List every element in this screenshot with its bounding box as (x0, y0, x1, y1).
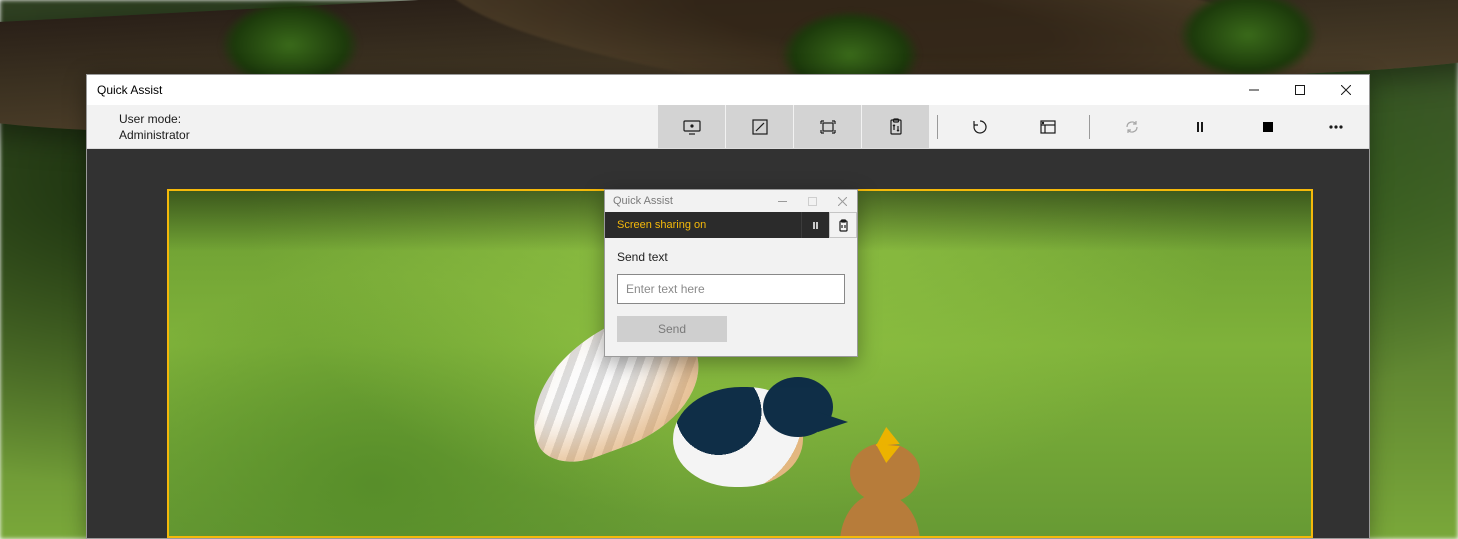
user-mode-value: Administrator (119, 127, 190, 143)
maximize-button[interactable] (1277, 75, 1323, 105)
user-mode-label: User mode: (119, 111, 190, 127)
restart-button[interactable] (945, 105, 1013, 148)
window-controls (1231, 75, 1369, 105)
remote-panel-maximize-button[interactable] (797, 190, 827, 212)
send-text-label: Send text (617, 250, 845, 264)
close-icon (838, 197, 847, 206)
restart-icon (970, 117, 990, 137)
screen-sharing-status: Screen sharing on (605, 212, 801, 238)
minimize-icon (778, 197, 787, 206)
fit-screen-icon (818, 117, 838, 137)
screen-sharing-status-bar: Screen sharing on (605, 212, 857, 238)
window-title: Quick Assist (97, 83, 162, 97)
task-manager-button[interactable] (1013, 105, 1081, 148)
pause-icon (1190, 117, 1210, 137)
task-manager-icon (1038, 117, 1058, 137)
minimize-icon (1249, 85, 1259, 95)
clipboard-sync-icon (886, 117, 906, 137)
reconnect-button[interactable] (1097, 105, 1165, 148)
remote-panel-window-controls (767, 190, 857, 212)
maximize-icon (808, 197, 817, 206)
user-mode-indicator: User mode: Administrator (87, 105, 200, 148)
select-monitor-button[interactable] (657, 105, 725, 148)
remote-panel-title: Quick Assist (613, 195, 673, 207)
pause-icon (810, 220, 821, 231)
more-icon (1326, 117, 1346, 137)
reconnect-icon (1122, 117, 1142, 137)
pencil-box-icon (750, 117, 770, 137)
annotate-button[interactable] (725, 105, 793, 148)
close-icon (1341, 85, 1351, 95)
stop-icon (1258, 117, 1278, 137)
pause-button[interactable] (1165, 105, 1233, 148)
minimize-button[interactable] (1231, 75, 1277, 105)
remote-panel-close-button[interactable] (827, 190, 857, 212)
monitor-icon (682, 117, 702, 137)
remote-panel-minimize-button[interactable] (767, 190, 797, 212)
close-button[interactable] (1323, 75, 1369, 105)
toolbar-spacer (200, 105, 657, 148)
remote-content-illustration (820, 433, 940, 539)
remote-panel-titlebar: Quick Assist (605, 190, 857, 212)
screen-sharing-pause-button[interactable] (801, 212, 829, 238)
titlebar: Quick Assist (87, 75, 1369, 105)
instruction-channel-button[interactable] (829, 212, 857, 238)
maximize-icon (1295, 85, 1305, 95)
toolbar-separator (929, 105, 945, 148)
toggle-instruction-channel-button[interactable] (861, 105, 929, 148)
send-button[interactable]: Send (617, 316, 727, 342)
toolbar: User mode: Administrator (87, 105, 1369, 149)
send-text-input[interactable] (617, 274, 845, 304)
quick-assist-remote-panel: Quick Assist Screen sharing on Send text… (604, 189, 858, 357)
end-button[interactable] (1233, 105, 1301, 148)
background-leaf (1178, 0, 1318, 80)
toolbar-separator (1081, 105, 1097, 148)
actual-size-button[interactable] (793, 105, 861, 148)
send-text-section: Send text Send (605, 238, 857, 356)
more-button[interactable] (1301, 105, 1369, 148)
clipboard-sync-icon (837, 219, 850, 232)
